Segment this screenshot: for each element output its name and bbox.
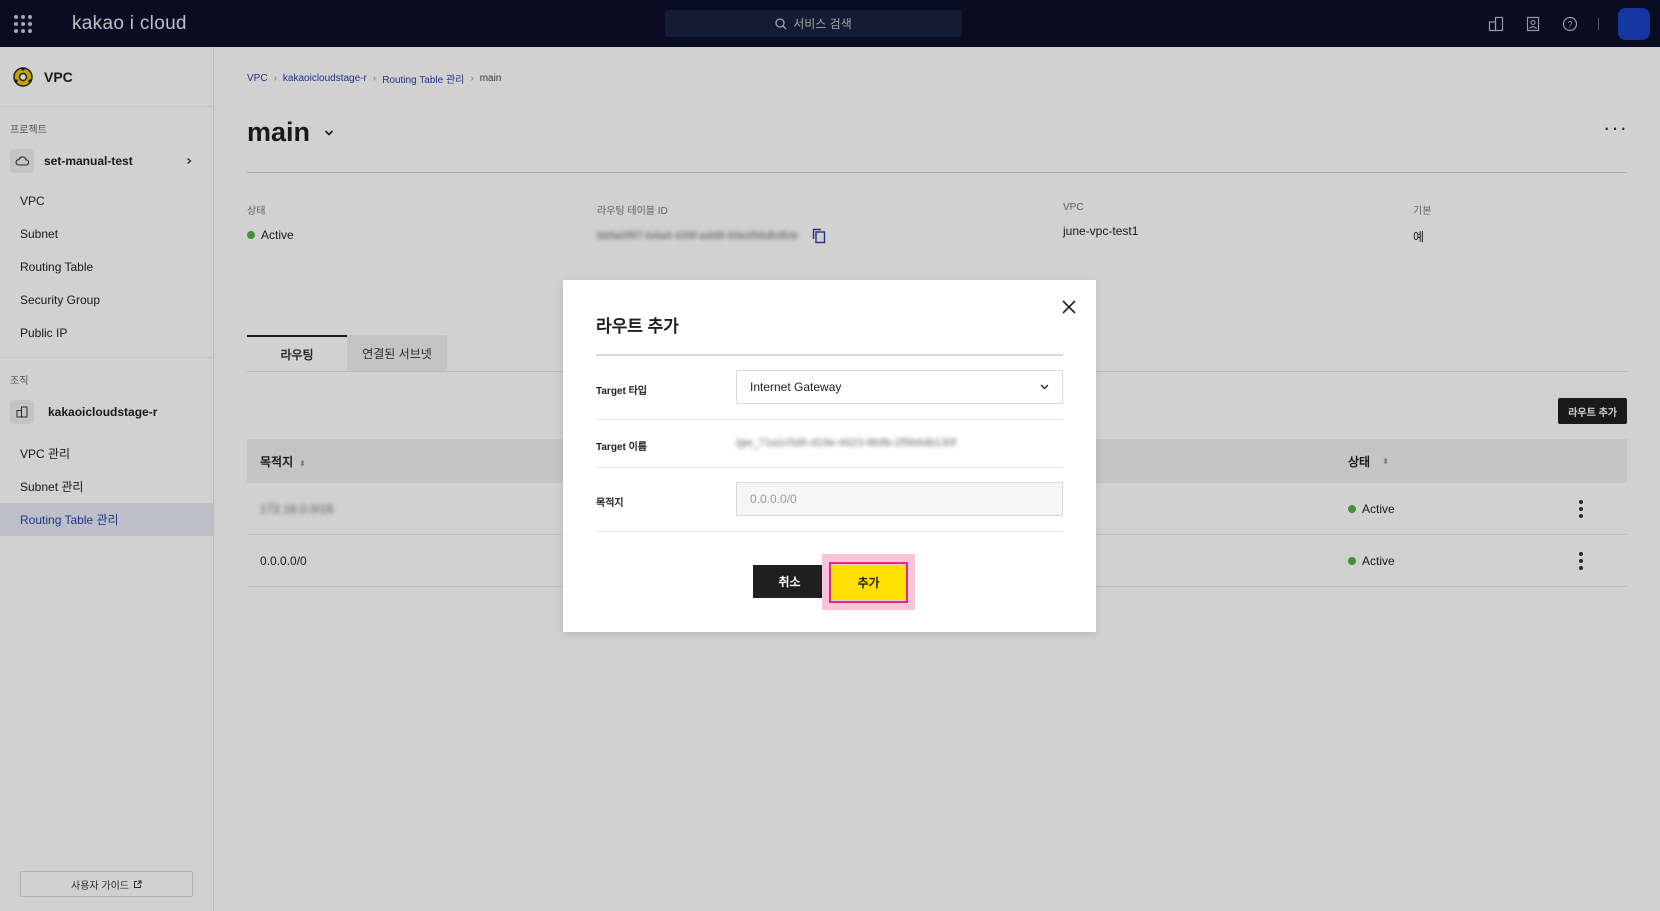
confirm-button-highlight: 추가	[822, 554, 915, 610]
add-route-modal: 라우트 추가 Target 타입 Internet Gateway Target…	[563, 280, 1096, 632]
form-row-destination: 목적지 0.0.0.0/0	[596, 468, 1063, 532]
target-type-value: Internet Gateway	[750, 380, 842, 394]
close-icon	[1062, 300, 1076, 314]
target-name-label: Target 이름	[596, 442, 647, 453]
destination-label: 목적지	[596, 498, 624, 509]
target-type-select[interactable]: Internet Gateway	[736, 370, 1063, 404]
confirm-button-outline: 추가	[829, 561, 908, 603]
destination-placeholder: 0.0.0.0/0	[750, 492, 797, 506]
chevron-down-icon	[1040, 384, 1049, 390]
cancel-button[interactable]: 취소	[753, 565, 826, 598]
target-name-value: igw_71a1c5d6-d19e-4623-8b9b-2f5b6db130f	[736, 437, 957, 449]
destination-input[interactable]: 0.0.0.0/0	[736, 482, 1063, 516]
modal-title: 라우트 추가	[596, 317, 679, 336]
confirm-button[interactable]: 추가	[832, 564, 905, 600]
close-button[interactable]	[1060, 298, 1078, 316]
form-row-target-type: Target 타입 Internet Gateway	[596, 356, 1063, 420]
form-row-target-name: Target 이름 igw_71a1c5d6-d19e-4623-8b9b-2f…	[596, 420, 1063, 468]
target-type-label: Target 타입	[596, 386, 647, 397]
